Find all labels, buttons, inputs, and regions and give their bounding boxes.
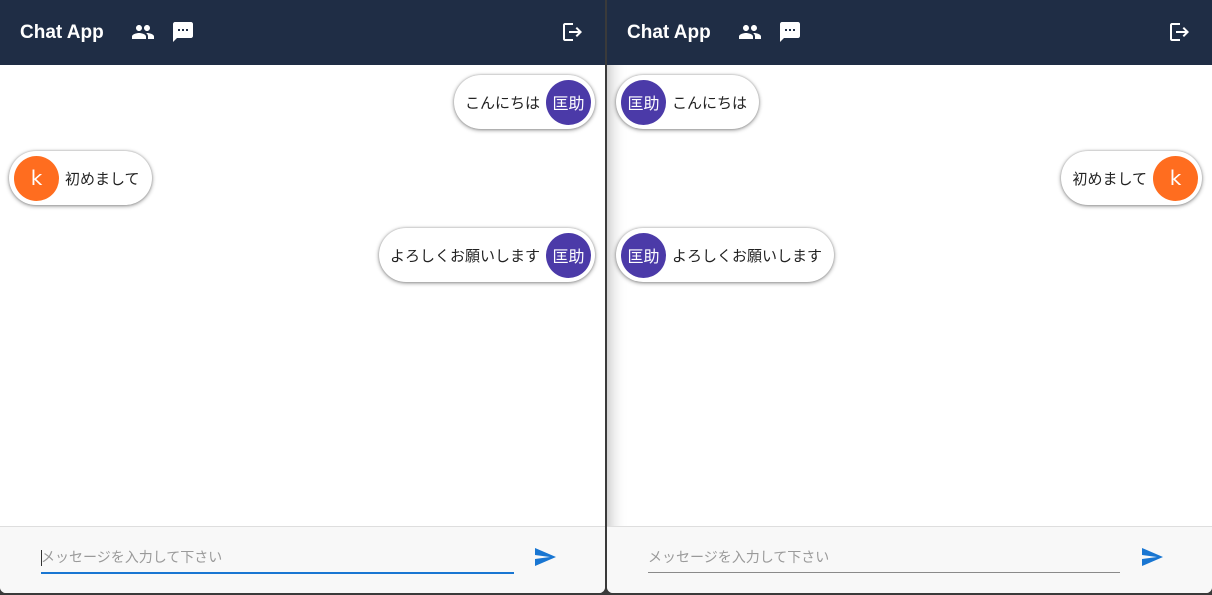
message-list: こんにちは 匡助 k 初めまして よろしくお願いします 匡助 bbox=[0, 65, 605, 526]
split-view: Chat App こんにちは 匡助 k 初めまして よろしくお願いします 匡助 … bbox=[0, 0, 1212, 595]
message-text: よろしくお願いします bbox=[672, 246, 823, 265]
chat-window-left: Chat App こんにちは 匡助 k 初めまして よろしくお願いします 匡助 … bbox=[0, 0, 605, 593]
message-text: こんにちは bbox=[672, 93, 748, 112]
people-button[interactable] bbox=[736, 18, 764, 46]
message-text: こんにちは bbox=[464, 93, 540, 112]
message-text: 初めまして bbox=[1072, 169, 1147, 188]
message-bubble: よろしくお願いします 匡助 bbox=[378, 228, 595, 282]
message-input[interactable] bbox=[648, 544, 1120, 572]
message-bubble: こんにちは 匡助 bbox=[453, 75, 595, 129]
logout-button[interactable] bbox=[558, 18, 586, 46]
avatar: k bbox=[14, 155, 59, 201]
message-list: 匡助 こんにちは 初めまして k 匡助 よろしくお願いします bbox=[607, 65, 1212, 526]
logout-button[interactable] bbox=[1165, 18, 1193, 46]
avatar: k bbox=[1153, 155, 1198, 201]
chat-icon bbox=[780, 22, 800, 42]
send-button[interactable] bbox=[1137, 542, 1167, 572]
avatar: 匡助 bbox=[621, 79, 666, 125]
chat-icon bbox=[173, 22, 193, 42]
logout-icon bbox=[1170, 23, 1189, 41]
input-underline bbox=[648, 572, 1120, 573]
message-composer bbox=[607, 526, 1212, 593]
chat-button[interactable] bbox=[776, 18, 804, 46]
chat-window-right: Chat App 匡助 こんにちは 初めまして k 匡助 よろしくお願いします … bbox=[607, 0, 1212, 593]
message-bubble: 匡助 よろしくお願いします bbox=[616, 228, 835, 282]
app-title: Chat App bbox=[627, 22, 711, 43]
text-caret bbox=[41, 550, 42, 566]
people-button[interactable] bbox=[129, 18, 157, 46]
app-bar: Chat App bbox=[0, 0, 605, 65]
people-icon bbox=[132, 25, 154, 39]
app-bar: Chat App bbox=[607, 0, 1212, 65]
app-title: Chat App bbox=[20, 22, 104, 43]
message-input[interactable] bbox=[41, 544, 514, 572]
message-bubble: k 初めまして bbox=[9, 151, 152, 205]
message-text: よろしくお願いします bbox=[389, 246, 540, 265]
input-underline bbox=[41, 572, 514, 574]
message-bubble: 匡助 こんにちは bbox=[616, 75, 760, 129]
message-bubble: 初めまして k bbox=[1061, 151, 1202, 205]
message-text: 初めまして bbox=[65, 169, 140, 188]
avatar: 匡助 bbox=[546, 79, 591, 125]
chat-button[interactable] bbox=[169, 18, 197, 46]
message-input-wrapper bbox=[41, 544, 514, 574]
logout-icon bbox=[563, 23, 582, 41]
send-button[interactable] bbox=[530, 542, 560, 572]
send-icon bbox=[535, 548, 556, 566]
avatar: 匡助 bbox=[621, 232, 666, 278]
message-composer bbox=[0, 526, 605, 593]
people-icon bbox=[739, 25, 761, 39]
avatar: 匡助 bbox=[546, 232, 591, 278]
send-icon bbox=[1142, 548, 1163, 566]
message-input-wrapper bbox=[648, 544, 1120, 573]
